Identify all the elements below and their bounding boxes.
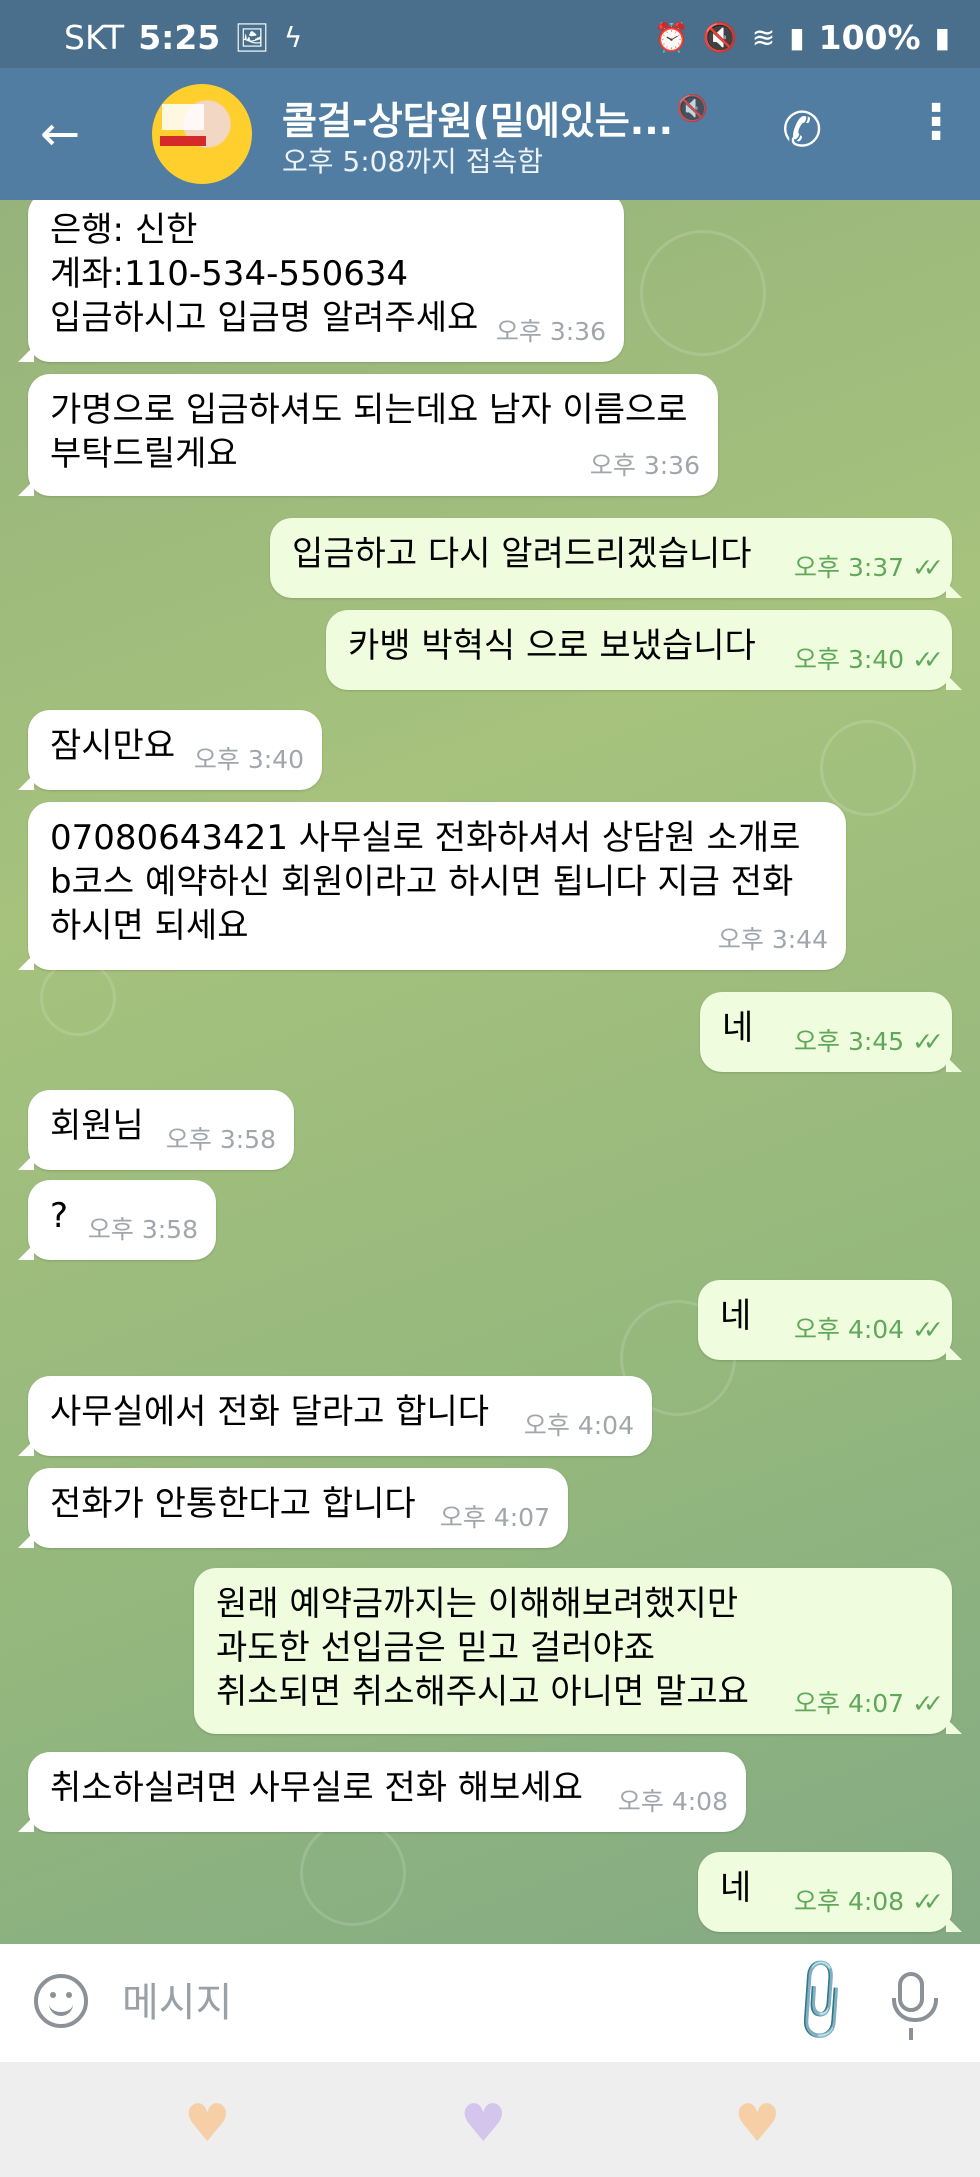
avatar-banner bbox=[162, 104, 204, 130]
wallpaper-doodle bbox=[640, 230, 766, 356]
avatar-stripe bbox=[160, 136, 206, 146]
double-check-icon: ✓✓ bbox=[912, 1887, 944, 1916]
arrow-left-icon[interactable]: ← bbox=[40, 104, 80, 164]
carrier-label: SKT bbox=[64, 18, 125, 57]
message-status: 오후 4:08 ✓✓ bbox=[794, 1880, 944, 1924]
phone-icon[interactable]: ✆ bbox=[782, 102, 822, 158]
status-left: SKT 5:25 🖼 ϟ bbox=[64, 18, 302, 57]
wallpaper-doodle bbox=[820, 720, 916, 816]
heart-icon[interactable]: ♥ bbox=[734, 2094, 781, 2154]
wifi-icon: ≋ bbox=[751, 21, 776, 54]
message-status: 오후 3:40 ✓✓ bbox=[794, 638, 944, 682]
message-time: 오후 4:04 bbox=[794, 1315, 905, 1344]
signal-icon: ▮ bbox=[789, 21, 805, 54]
message-time: 오후 3:58 bbox=[165, 1125, 276, 1154]
message-status: 오후 3:37 ✓✓ bbox=[794, 546, 944, 590]
message-bubble-outgoing[interactable]: 입금하고 다시 알려드리겠습니다 오후 3:37 ✓✓ bbox=[270, 518, 962, 598]
double-check-icon: ✓✓ bbox=[912, 1027, 944, 1056]
clock: 5:25 bbox=[138, 18, 221, 57]
message-time: 오후 3:45 bbox=[794, 1027, 905, 1056]
paperclip-icon[interactable]: 📎 bbox=[770, 1951, 870, 2051]
image-icon: 🖼 bbox=[234, 21, 270, 54]
message-bubble-incoming[interactable]: 잠시만요 오후 3:40 bbox=[18, 710, 322, 790]
mute-icon: 🔇 bbox=[702, 21, 738, 54]
muted-icon: 🔇 bbox=[676, 94, 709, 124]
message-time: 오후 4:07 bbox=[794, 1689, 905, 1718]
chat-header: ← 콜걸-상담원(밑에있는... 🔇 오후 5:08까지 접속함 ✆ ⋮ bbox=[0, 68, 980, 200]
message-bubble-incoming[interactable]: 사무실에서 전화 달라고 합니다 오후 4:04 bbox=[18, 1376, 652, 1456]
message-text: 07080643421 사무실로 전화하셔서 상담원 소개로 b코스 예약하신 … bbox=[50, 818, 801, 946]
system-nav-bar: ♥ ♥ ♥ bbox=[0, 2062, 980, 2177]
battery-icon: ▮ bbox=[934, 21, 950, 54]
message-bubble-incoming[interactable]: 전화가 안통한다고 합니다 오후 4:07 bbox=[18, 1468, 568, 1548]
message-time: 오후 4:07 bbox=[439, 1503, 550, 1532]
message-list[interactable]: 은행: 신한 계좌:110-534-550634 입금하시고 입금명 알려주세요… bbox=[0, 200, 980, 1944]
message-time: 오후 3:37 bbox=[794, 553, 905, 582]
double-check-icon: ✓✓ bbox=[912, 1315, 944, 1344]
double-check-icon: ✓✓ bbox=[912, 645, 944, 674]
message-time: 오후 3:40 bbox=[794, 645, 905, 674]
message-time: 오후 3:58 bbox=[87, 1215, 198, 1244]
message-bubble-outgoing[interactable]: 네 오후 4:08 ✓✓ bbox=[698, 1852, 962, 1932]
avatar[interactable] bbox=[152, 84, 252, 184]
message-time: 오후 4:08 bbox=[617, 1787, 728, 1816]
message-time: 오후 3:40 bbox=[193, 745, 304, 774]
message-bubble-incoming[interactable]: ? 오후 3:58 bbox=[18, 1180, 216, 1260]
message-status: 오후 3:45 ✓✓ bbox=[794, 1020, 944, 1064]
heart-icon[interactable]: ♥ bbox=[460, 2094, 507, 2154]
wallpaper-doodle bbox=[300, 1820, 406, 1926]
microphone-icon[interactable] bbox=[892, 1972, 938, 2022]
message-bubble-outgoing[interactable]: 네 오후 4:04 ✓✓ bbox=[698, 1280, 962, 1360]
message-bubble-incoming[interactable]: 07080643421 사무실로 전화하셔서 상담원 소개로 b코스 예약하신 … bbox=[18, 802, 846, 970]
message-bubble-incoming[interactable]: 취소하실려면 사무실로 전화 해보세요 오후 4:08 bbox=[18, 1752, 746, 1832]
message-bubble-incoming[interactable]: 회원님 오후 3:58 bbox=[18, 1090, 294, 1170]
alarm-icon: ⏰ bbox=[653, 21, 689, 54]
status-right: ⏰ 🔇 ≋ ▮ 100% ▮ bbox=[654, 18, 950, 57]
message-input[interactable] bbox=[120, 1974, 744, 2032]
message-bubble-incoming[interactable]: 은행: 신한 계좌:110-534-550634 입금하시고 입금명 알려주세요… bbox=[18, 200, 624, 362]
microphone-stand bbox=[909, 2028, 913, 2040]
double-check-icon: ✓✓ bbox=[912, 1689, 944, 1718]
double-check-icon: ✓✓ bbox=[912, 553, 944, 582]
message-status: 오후 4:07 ✓✓ bbox=[794, 1682, 944, 1726]
message-bubble-incoming[interactable]: 가명으로 입금하셔도 되는데요 남자 이름으로 부탁드릴게요 오후 3:36 bbox=[18, 374, 718, 496]
composer-bar: 📎 bbox=[0, 1944, 980, 2062]
last-seen-status: 오후 5:08까지 접속함 bbox=[282, 145, 543, 178]
battery-level: 100% bbox=[818, 18, 921, 57]
heart-icon[interactable]: ♥ bbox=[184, 2094, 231, 2154]
message-bubble-outgoing[interactable]: 네 오후 3:45 ✓✓ bbox=[700, 992, 962, 1072]
message-time: 오후 4:04 bbox=[523, 1411, 634, 1440]
message-bubble-outgoing[interactable]: 카뱅 박혁식 으로 보냈습니다 오후 3:40 ✓✓ bbox=[326, 610, 962, 690]
message-time: 오후 3:44 bbox=[717, 925, 828, 954]
message-time: 오후 3:36 bbox=[495, 317, 606, 346]
message-bubble-outgoing[interactable]: 원래 예약금까지는 이해해보려했지만 과도한 선입금은 믿고 걸러야죠 취소되면… bbox=[194, 1568, 962, 1734]
wallpaper-doodle bbox=[40, 960, 116, 1036]
message-time: 오후 3:36 bbox=[589, 451, 700, 480]
more-vert-icon[interactable]: ⋮ bbox=[912, 94, 960, 150]
chat-title[interactable]: 콜걸-상담원(밑에있는... bbox=[282, 90, 673, 145]
message-time: 오후 4:08 bbox=[794, 1887, 905, 1916]
message-status: 오후 4:04 ✓✓ bbox=[794, 1308, 944, 1352]
emoji-icon[interactable] bbox=[34, 1974, 88, 2028]
status-bar: SKT 5:25 🖼 ϟ ⏰ 🔇 ≋ ▮ 100% ▮ bbox=[0, 0, 980, 68]
nfc-icon: ϟ bbox=[283, 21, 303, 54]
